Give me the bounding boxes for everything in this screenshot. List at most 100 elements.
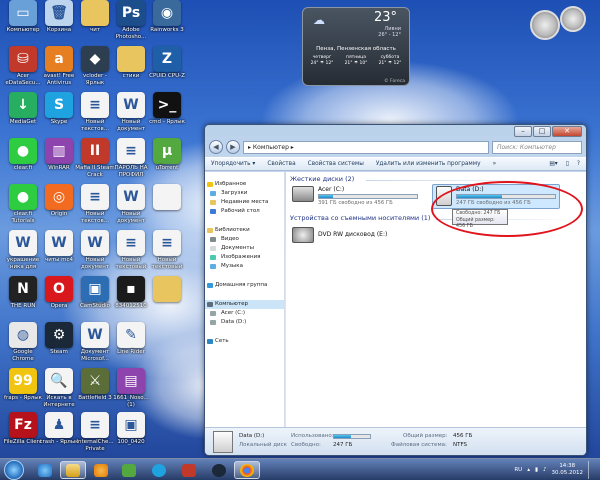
start-button[interactable] bbox=[4, 460, 24, 480]
mafia-icon bbox=[182, 463, 196, 477]
network-tray-icon[interactable]: ▮ bbox=[535, 467, 538, 473]
taskbar-skype-button[interactable] bbox=[146, 461, 172, 479]
taskbar-utorrent-button[interactable] bbox=[116, 461, 142, 479]
desktop-shortcut-label: cmd - Ярлык bbox=[149, 119, 185, 125]
stiki-folder-icon bbox=[117, 46, 145, 72]
taskbar-explorer-button[interactable] bbox=[60, 461, 86, 479]
taskbar-chrome-button[interactable] bbox=[234, 461, 260, 479]
forecast-day-temps: 21° ☂ 10° bbox=[344, 61, 368, 66]
language-indicator[interactable]: RU bbox=[514, 467, 522, 473]
folder-icon bbox=[153, 276, 181, 302]
forecast-day-high: 24° bbox=[310, 61, 319, 66]
nav-favorites[interactable]: Избранное bbox=[205, 180, 284, 189]
chrome-icon: ◍ bbox=[9, 322, 37, 348]
desktop-shortcut[interactable]: >_ cmd - Ярлык bbox=[146, 92, 188, 126]
desktop-shortcut[interactable]: ≡ Новый текстовый bbox=[146, 230, 188, 270]
steam-icon bbox=[212, 463, 226, 477]
forward-button[interactable]: ▶ bbox=[226, 140, 240, 154]
drive-d[interactable]: Data (D:) 247 ГБ свободно из 456 ГБ bbox=[432, 184, 560, 209]
drive-d-usage-fill bbox=[457, 195, 503, 198]
weather-gadget[interactable]: ☁ 23° Ливни 26° - 12° Пенза, Пензенская … bbox=[302, 7, 410, 86]
ram-meter-gauge[interactable] bbox=[560, 6, 586, 32]
nav-images[interactable]: Изображения bbox=[205, 253, 284, 262]
help-icon[interactable]: ? bbox=[577, 161, 580, 167]
desktop-shortcut[interactable] bbox=[146, 276, 188, 303]
desktop-shortcut[interactable]: ✎ Line Rider bbox=[110, 322, 152, 356]
nav-network[interactable]: Сеть bbox=[205, 337, 284, 346]
word-document-icon: W bbox=[117, 92, 145, 118]
nav-recent-places[interactable]: Недавние места bbox=[205, 198, 284, 207]
view-options-icon[interactable]: ▤▾ bbox=[549, 161, 557, 167]
taskbar-ie-button[interactable] bbox=[32, 461, 58, 479]
show-desktop-button[interactable] bbox=[588, 461, 596, 479]
desktop-shortcut[interactable]: ◉ Rainworks 3 bbox=[146, 0, 188, 34]
desktop-shortcut-label: Rainworks 3 bbox=[150, 27, 184, 33]
nav-drive-d[interactable]: Data (D:) bbox=[205, 318, 284, 327]
details-free-label: Свободно: bbox=[291, 442, 321, 448]
documents-icon bbox=[210, 246, 216, 251]
drive-c[interactable]: Acer (C:) 391 ГБ свободно из 456 ГБ bbox=[292, 186, 418, 207]
recycle-bin-icon: 🗑 bbox=[45, 0, 73, 26]
nav-downloads[interactable]: Загрузки bbox=[205, 189, 284, 198]
drive-dvd-name: DVD RW дисковод (E:) bbox=[318, 231, 388, 238]
desktop-shortcut[interactable]: µ uTorrent bbox=[146, 138, 188, 172]
music-icon bbox=[210, 264, 216, 269]
uninstall-program-button[interactable]: Удалить или изменить программу bbox=[376, 161, 481, 167]
text-document-icon: ≡ bbox=[81, 92, 109, 118]
weather-condition: Ливни 26° - 12° bbox=[378, 26, 401, 38]
desktop-shortcut[interactable]: ▤ 1661_Noso... (1) bbox=[110, 368, 152, 408]
taskbar-steam-button[interactable] bbox=[206, 461, 232, 479]
maximize-button[interactable]: □ bbox=[533, 126, 551, 137]
images-icon bbox=[210, 255, 216, 260]
drive-tooltip: Свободно: 247 ГБ Общий размер: 456 ГБ bbox=[452, 209, 508, 229]
nav-documents[interactable]: Документы bbox=[205, 244, 284, 253]
ie-icon bbox=[38, 463, 52, 477]
group-header-hard-disks[interactable]: Жесткие диски (2) bbox=[290, 175, 354, 183]
group-header-removable[interactable]: Устройства со съемными носителями (1) bbox=[290, 214, 430, 222]
forecast-day-temps: 24° ☂ 12° bbox=[310, 61, 334, 66]
taskbar-mafia-button[interactable] bbox=[176, 461, 202, 479]
drive-dvd[interactable]: DVD RW дисковод (E:) bbox=[292, 227, 387, 243]
desktop-shortcut-label: 834012510 bbox=[115, 303, 147, 309]
preview-pane-icon[interactable]: ▯ bbox=[566, 161, 569, 167]
hard-drive-icon bbox=[210, 311, 216, 316]
nav-computer[interactable]: Компьютер bbox=[205, 300, 284, 309]
desktop-shortcut[interactable] bbox=[146, 184, 188, 211]
nav-label: Библиотеки bbox=[215, 227, 250, 233]
group-divider bbox=[366, 180, 566, 181]
password-document-icon: ≡ bbox=[117, 138, 145, 164]
nav-label: Загрузки bbox=[221, 190, 248, 196]
line-rider-icon: ✎ bbox=[117, 322, 145, 348]
desktop-shortcut-label: 1661_Noso... (1) bbox=[113, 395, 149, 408]
volume-tray-icon[interactable]: ♪ bbox=[543, 467, 547, 473]
desktop-icon bbox=[210, 209, 216, 214]
close-button[interactable]: ✕ bbox=[552, 126, 582, 137]
organize-button[interactable]: Упорядочить ▾ bbox=[211, 161, 255, 167]
desktop-shortcut[interactable]: ▣ 100_0420 bbox=[110, 412, 152, 446]
back-button[interactable]: ◀ bbox=[209, 140, 223, 154]
forecast-day-low: 10° bbox=[359, 61, 368, 66]
desktop-shortcut-label: Line Rider bbox=[117, 349, 145, 355]
nav-label: Изображения bbox=[221, 254, 261, 260]
nav-homegroup[interactable]: Домашняя группа bbox=[205, 281, 284, 290]
more-commands-button[interactable]: » bbox=[493, 161, 497, 167]
archive-icon: ▤ bbox=[117, 368, 145, 394]
clock[interactable]: 14:38 30.05.2012 bbox=[552, 463, 584, 477]
cpu-meter-gauge[interactable] bbox=[530, 10, 560, 40]
nav-desktop[interactable]: Рабочий стол bbox=[205, 207, 284, 216]
nav-music[interactable]: Музыка bbox=[205, 262, 284, 271]
desktop-shortcut[interactable]: Z CPUID CPU-Z bbox=[146, 46, 188, 80]
nav-label: Недавние места bbox=[221, 199, 269, 205]
tray-expand-icon[interactable]: ▴ bbox=[527, 467, 530, 473]
explorer-window[interactable]: – □ ✕ ◀ ▶ ▸ Компьютер ▸ Поиск: Компьютер… bbox=[204, 124, 587, 456]
nav-libraries[interactable]: Библиотеки bbox=[205, 226, 284, 235]
minimize-button[interactable]: – bbox=[514, 126, 532, 137]
system-properties-button[interactable]: Свойства системы bbox=[308, 161, 364, 167]
taskbar-media-player-button[interactable] bbox=[88, 461, 114, 479]
search-input[interactable]: Поиск: Компьютер bbox=[492, 140, 582, 154]
nav-video[interactable]: Видео bbox=[205, 235, 284, 244]
chrome-icon bbox=[240, 463, 254, 477]
nav-drive-c[interactable]: Acer (C:) bbox=[205, 309, 284, 318]
address-bar[interactable]: ▸ Компьютер ▸ bbox=[243, 140, 489, 154]
properties-button[interactable]: Свойства bbox=[267, 161, 295, 167]
